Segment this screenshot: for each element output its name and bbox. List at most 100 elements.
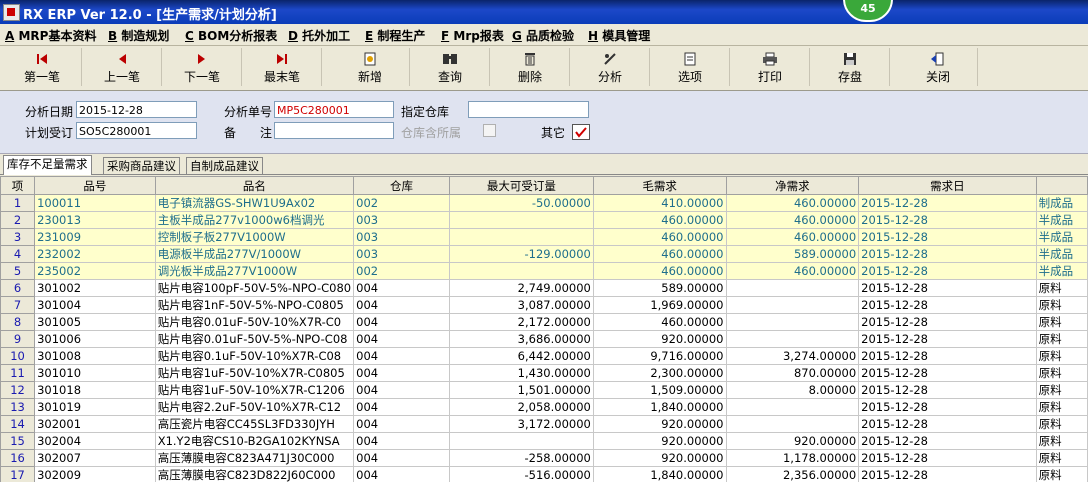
table-cell[interactable]: 2015-12-28 <box>858 279 1037 297</box>
column-header[interactable]: 净需求 <box>725 176 860 195</box>
table-cell[interactable]: 原料 <box>1035 415 1088 433</box>
table-cell[interactable]: 原料 <box>1035 449 1088 467</box>
table-cell[interactable]: 3,686.00000 <box>448 330 594 348</box>
table-cell[interactable]: 贴片电容1nF-50V-5%-NPO-C0805 <box>154 296 355 314</box>
print-button[interactable]: 打印 <box>731 48 810 86</box>
table-cell[interactable]: 460.00000 <box>725 194 860 212</box>
table-row[interactable]: 17 302009 高压薄膜电容C823D822J60C000 004 -516.000… <box>0 466 1088 482</box>
table-cell[interactable]: 231009 <box>34 228 156 246</box>
tab-purchase-suggestion[interactable]: 采购商品建议 <box>103 157 180 174</box>
table-cell[interactable] <box>725 296 860 314</box>
table-cell[interactable]: 高压瓷片电容CC45SL3FD330JYH <box>154 415 355 433</box>
column-header[interactable]: 品号 <box>34 176 156 195</box>
column-header[interactable]: 最大可受订量 <box>448 176 594 195</box>
table-cell[interactable]: 004 <box>353 432 450 450</box>
table-cell[interactable]: 301018 <box>34 381 156 399</box>
table-row[interactable]: 11 301010 贴片电容1uF-50V-10%X7R-C0805 004 1,430… <box>0 364 1088 382</box>
table-cell[interactable]: 589.00000 <box>592 279 727 297</box>
table-cell[interactable]: 230013 <box>34 211 156 229</box>
table-cell[interactable]: 高压薄膜电容C823D822J60C000 <box>154 466 355 482</box>
row-index-cell[interactable]: 11 <box>0 364 36 382</box>
prev-record-button[interactable]: 上一笔 <box>83 48 162 86</box>
table-cell[interactable]: 003 <box>353 245 450 263</box>
row-index-cell[interactable]: 10 <box>0 347 36 365</box>
table-cell[interactable]: 电子镇流器GS-SHW1U9Ax02 <box>154 194 355 212</box>
date-field[interactable]: 2015-12-28 <box>76 101 197 118</box>
table-cell[interactable]: 原料 <box>1035 279 1088 297</box>
table-cell[interactable]: 贴片电容1uF-50V-10%X7R-C0805 <box>154 364 355 382</box>
table-cell[interactable] <box>725 330 860 348</box>
table-cell[interactable]: 半成品 <box>1035 211 1088 229</box>
other-checkbox[interactable] <box>572 124 590 140</box>
table-cell[interactable]: 贴片电容1uF-50V-10%X7R-C1206 <box>154 381 355 399</box>
table-cell[interactable]: 1,178.00000 <box>725 449 860 467</box>
table-cell[interactable]: X1.Y2电容CS10-B2GA102KYNSA <box>154 432 355 450</box>
table-row[interactable]: 6 301002 贴片电容100pF-50V-5%-NPO-C080 004 2,749… <box>0 279 1088 297</box>
table-cell[interactable]: 100011 <box>34 194 156 212</box>
table-row[interactable]: 16 302007 高压薄膜电容C823A471J30C000 004 -258.000… <box>0 449 1088 467</box>
table-cell[interactable]: -258.00000 <box>448 449 594 467</box>
table-cell[interactable]: 半成品 <box>1035 228 1088 246</box>
column-header[interactable] <box>1035 176 1088 195</box>
table-cell[interactable]: 301002 <box>34 279 156 297</box>
table-cell[interactable]: 002 <box>353 194 450 212</box>
table-cell[interactable]: 003 <box>353 211 450 229</box>
table-cell[interactable]: 原料 <box>1035 398 1088 416</box>
table-cell[interactable]: 2015-12-28 <box>858 262 1037 280</box>
row-index-cell[interactable]: 16 <box>0 449 36 467</box>
table-row[interactable]: 4 232002 电源板半成品277V/1000W 003 -129.00000 460.… <box>0 245 1088 263</box>
close-button[interactable]: 关闭 <box>899 48 978 86</box>
save-button[interactable]: 存盘 <box>811 48 890 86</box>
row-index-cell[interactable]: 5 <box>0 262 36 280</box>
table-cell[interactable]: 410.00000 <box>592 194 727 212</box>
table-cell[interactable]: 920.00000 <box>592 415 727 433</box>
options-button[interactable]: 选项 <box>651 48 730 86</box>
order-no-field[interactable]: MP5C280001 <box>274 101 394 118</box>
row-index-cell[interactable]: 3 <box>0 228 36 246</box>
table-cell[interactable]: 920.00000 <box>592 432 727 450</box>
table-cell[interactable]: 2015-12-28 <box>858 347 1037 365</box>
table-cell[interactable] <box>725 313 860 331</box>
table-cell[interactable]: 460.00000 <box>592 313 727 331</box>
table-cell[interactable]: 460.00000 <box>592 211 727 229</box>
row-index-cell[interactable]: 2 <box>0 211 36 229</box>
table-cell[interactable]: 1,430.00000 <box>448 364 594 382</box>
table-cell[interactable]: 原料 <box>1035 381 1088 399</box>
analyze-button[interactable]: 分析 <box>571 48 650 86</box>
table-cell[interactable]: 3,087.00000 <box>448 296 594 314</box>
menu-mrp-report[interactable]: F Mrp报表 <box>441 27 504 44</box>
table-cell[interactable]: 半成品 <box>1035 262 1088 280</box>
table-cell[interactable]: 301008 <box>34 347 156 365</box>
table-cell[interactable]: 3,172.00000 <box>448 415 594 433</box>
table-cell[interactable]: 8.00000 <box>725 381 860 399</box>
table-cell[interactable] <box>448 432 594 450</box>
table-cell[interactable]: 控制板子板277V1000W <box>154 228 355 246</box>
table-cell[interactable]: 004 <box>353 381 450 399</box>
table-cell[interactable]: 920.00000 <box>725 432 860 450</box>
table-cell[interactable]: 235002 <box>34 262 156 280</box>
table-cell[interactable]: 004 <box>353 415 450 433</box>
table-cell[interactable]: 460.00000 <box>725 262 860 280</box>
table-cell[interactable]: 2015-12-28 <box>858 466 1037 482</box>
menu-process-production[interactable]: E 制程生产 <box>365 27 425 44</box>
last-record-button[interactable]: 最末笔 <box>243 48 322 86</box>
table-cell[interactable]: 电源板半成品277V/1000W <box>154 245 355 263</box>
table-cell[interactable]: 原料 <box>1035 330 1088 348</box>
table-cell[interactable]: 004 <box>353 364 450 382</box>
table-cell[interactable]: 2015-12-28 <box>858 228 1037 246</box>
row-index-cell[interactable]: 15 <box>0 432 36 450</box>
table-cell[interactable]: 贴片电容0.1uF-50V-10%X7R-C08 <box>154 347 355 365</box>
row-index-cell[interactable]: 8 <box>0 313 36 331</box>
menu-outsourcing[interactable]: D 托外加工 <box>288 27 350 44</box>
query-button[interactable]: 查询 <box>411 48 490 86</box>
next-record-button[interactable]: 下一笔 <box>163 48 242 86</box>
table-row[interactable]: 3 231009 控制板子板277V1000W 003 460.00000 460.000… <box>0 228 1088 246</box>
table-cell[interactable] <box>725 398 860 416</box>
table-cell[interactable]: 004 <box>353 296 450 314</box>
table-row[interactable]: 1 100011 电子镇流器GS-SHW1U9Ax02 002 -50.00000 410… <box>0 194 1088 212</box>
table-cell[interactable]: 贴片电容2.2uF-50V-10%X7R-C12 <box>154 398 355 416</box>
table-cell[interactable] <box>448 262 594 280</box>
table-cell[interactable]: 004 <box>353 313 450 331</box>
row-index-cell[interactable]: 9 <box>0 330 36 348</box>
row-index-cell[interactable]: 12 <box>0 381 36 399</box>
